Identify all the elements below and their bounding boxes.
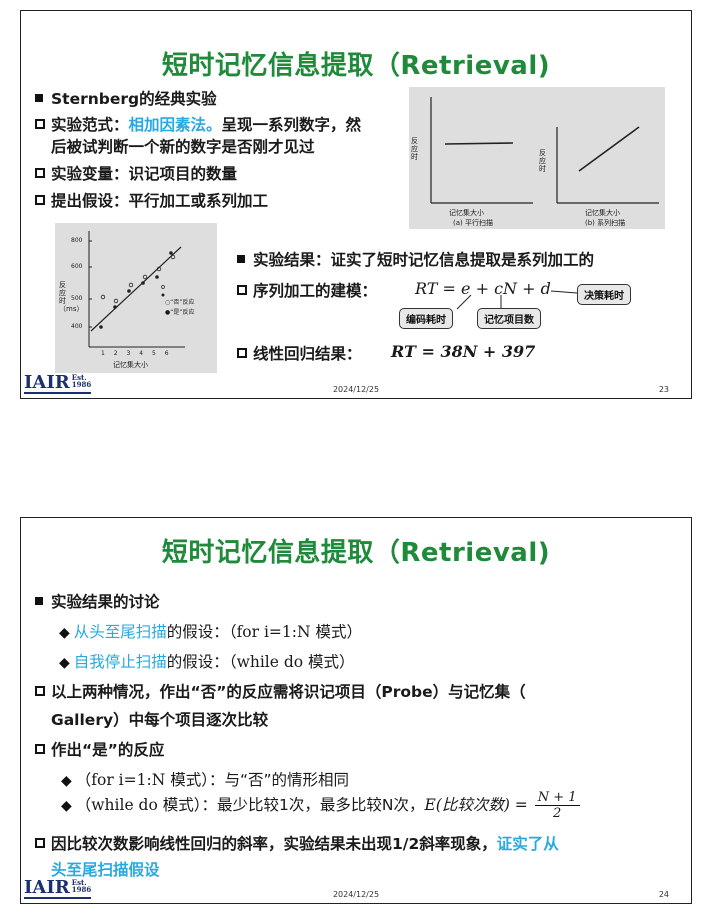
- scatter-plot-photo: 800 600 500 400 反应时（ms） 1 2 3 4 5 6 记忆集大…: [55, 223, 217, 373]
- slide-title: 短时记忆信息提取（Retrieval): [161, 51, 551, 81]
- ytick-600: 600: [71, 263, 83, 270]
- slide-24: 短时记忆信息提取（Retrieval) 实验结果的讨论 ◆ 从头至尾扫描的假设：（…: [20, 517, 692, 904]
- bullet-exhaustive: ◆ 从头至尾扫描的假设：（for i=1:N 模式）: [59, 623, 362, 641]
- diamond-bullet-icon: ◆: [59, 655, 70, 671]
- hypothesis-graphs-photo: 反应时 反应时 记忆集大小 (a) 平行扫描 记忆集大小 (b) 系列扫描: [409, 87, 665, 229]
- square-bullet-icon: [35, 597, 43, 605]
- bullet-paradigm: 实验范式：相加因素法。呈现一系列数字，然: [35, 113, 361, 135]
- bullet-variable: 实验变量：识记项目的数量: [35, 162, 237, 184]
- square-bullet-icon: [35, 94, 43, 102]
- graph-b-ylabel: 反应时: [539, 149, 546, 173]
- bullet-model: 序列加工的建模：: [237, 279, 377, 301]
- box-bullet-icon: [35, 119, 45, 129]
- ytick-400: 400: [71, 323, 83, 330]
- bullet-yes-for: ◆ （for i=1:N 模式）：与“否”的情形相同: [61, 771, 350, 789]
- bullet-paradigm-cont: 后被试判断一个新的数字是否刚才见过: [51, 138, 315, 156]
- regression-line: [90, 246, 182, 332]
- scatter-xticks: 1 2 3 4 5 6: [101, 350, 169, 357]
- bullet-hypothesis: 提出假设：平行加工或系列加工: [35, 189, 268, 211]
- bullet-yes-while: ◆ （while do 模式）：最少比较1次，最多比较N次，E(比较次数) = N…: [61, 790, 580, 821]
- slide-title: 短时记忆信息提取（Retrieval): [161, 538, 551, 568]
- square-bullet-icon: [237, 255, 245, 263]
- bullet-regression: 线性回归结果：: [237, 342, 362, 364]
- ytick-800: 800: [71, 237, 83, 244]
- slide-23: 短时记忆信息提取（Retrieval) Sternberg的经典实验 实验范式：…: [20, 10, 692, 399]
- diamond-bullet-icon: ◆: [61, 798, 72, 814]
- box-bullet-icon: [35, 838, 45, 848]
- diamond-bullet-icon: ◆: [61, 773, 72, 789]
- legend-yes: ●“是”反应: [165, 309, 195, 316]
- graph-b-caption: (b) 系列扫描: [585, 219, 626, 227]
- callout-memory-items: 记忆项目数: [477, 308, 541, 329]
- page-number: 24: [658, 890, 669, 899]
- hypothesis-graphs: [430, 97, 659, 204]
- scatter-xlabel: 记忆集大小: [113, 361, 148, 369]
- box-bullet-icon: [237, 348, 247, 358]
- box-bullet-icon: [35, 195, 45, 205]
- bullet-discussion: 实验结果的讨论: [35, 590, 160, 612]
- bullet-no-response: 以上两种情况，作出“否”的反应需将识记项目（Probe）与记忆集（: [35, 680, 526, 702]
- bullet-result: 实验结果：证实了短时记忆信息提取是系列加工的: [237, 248, 594, 270]
- bullet-sternberg: Sternberg的经典实验: [35, 87, 217, 109]
- regression-formula: RT = 38N + 397: [391, 342, 536, 361]
- flat-line: [444, 142, 514, 145]
- graph-b-xlabel: 记忆集大小: [585, 209, 620, 217]
- box-bullet-icon: [35, 168, 45, 178]
- diamond-bullet-icon: ◆: [59, 625, 70, 641]
- rising-line: [578, 126, 640, 172]
- footer-date: 2024/12/25: [332, 890, 380, 899]
- footer-date: 2024/12/25: [332, 385, 380, 394]
- bullet-yes-response: 作出“是”的反应: [35, 738, 164, 760]
- graph-a-xlabel: 记忆集大小: [449, 209, 484, 217]
- callout-encode-time: 编码耗时: [399, 308, 453, 329]
- scatter-ylabel: 反应时（ms）: [59, 281, 84, 313]
- callout-decision-time: 决策耗时: [577, 284, 631, 305]
- expected-comparisons-fraction: N + 12: [534, 790, 580, 821]
- ytick-500: 500: [71, 295, 83, 302]
- bullet-self-terminating: ◆ 自我停止扫描的假设：（while do 模式）: [59, 653, 355, 671]
- graph-a-ylabel: 反应时: [411, 137, 418, 161]
- box-bullet-icon: [35, 686, 45, 696]
- graph-a-caption: (a) 平行扫描: [453, 219, 493, 227]
- box-bullet-icon: [237, 285, 247, 295]
- bullet-conclusion: 因比较次数影响线性回归的斜率，实验结果未出现1/2斜率现象，证实了从: [35, 832, 559, 854]
- box-bullet-icon: [35, 744, 45, 754]
- page-number: 23: [658, 385, 669, 394]
- bullet-no-response-cont: Gallery）中每个项目逐次比较: [51, 711, 269, 729]
- legend-no: ○“否”反应: [165, 299, 195, 306]
